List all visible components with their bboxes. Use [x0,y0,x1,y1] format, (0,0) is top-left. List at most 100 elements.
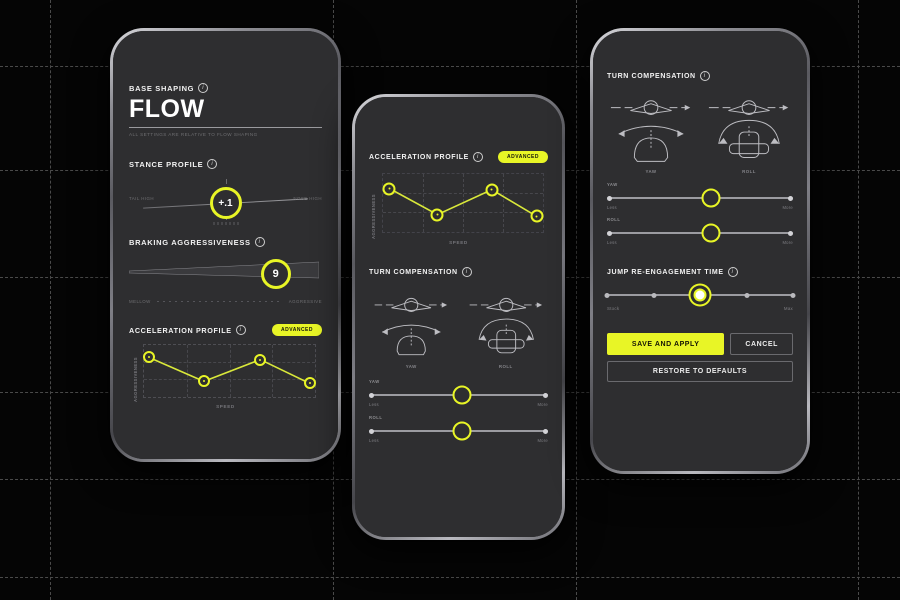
slider-start-cap [369,392,374,398]
save-and-apply-button[interactable]: SAVE AND APPLY [607,333,725,356]
slider-track [607,197,793,200]
acceleration-profile-chart[interactable]: AGGRESSIVENESS SPEED [129,344,322,416]
stance-tick-row [213,222,238,225]
stance-min-label: TAIL HIGH [129,196,154,201]
phone-3-screen: TURN COMPENSATION i YAW ROLL YAW Less Mo… [593,31,807,471]
roll-slider-group: ROLL Less More [607,217,793,245]
grid-line-vertical [576,0,577,600]
braking-aggressiveness-control[interactable]: 9 [129,251,322,297]
section-label: ACCELERATION PROFILE [369,153,469,161]
roll-slider-range: Less More [607,240,793,245]
phone-3-body: TURN COMPENSATION i YAW ROLL YAW Less Mo… [593,31,807,471]
section-label: STANCE PROFILE [129,159,204,169]
section-title-group: ACCELERATION PROFILE i [369,152,483,162]
roll-slider[interactable] [607,223,793,243]
jump-max-label: Max [783,306,793,312]
section-label: BASE SHAPING [129,83,195,93]
chart-y-axis-label: AGGRESSIVENESS [133,357,138,402]
slider-track [607,232,793,235]
roll-diagram-label: ROLL [498,364,513,370]
chart-x-axis-label: SPEED [449,240,468,245]
roll-diagram-graphic [469,297,542,354]
section-header-braking-aggressiveness: BRAKING AGGRESSIVENESS i [129,237,322,247]
slider-start-cap [607,230,612,236]
info-icon[interactable]: i [207,159,218,169]
section-label: JUMP RE-ENGAGEMENT TIME [607,268,724,276]
slider-knob[interactable] [701,188,721,208]
slider-notch[interactable] [790,292,796,298]
yaw-slider-label: YAW [369,379,380,385]
jump-min-label: Stock [607,306,620,312]
yaw-slider-label: YAW [607,182,618,188]
slider-knob[interactable] [452,421,472,441]
slider-max-label: More [537,438,548,444]
chart-point[interactable] [530,209,544,223]
chart-plot-area [143,344,316,398]
jump-reengagement-slider[interactable] [604,288,796,302]
stance-value-dial[interactable]: +.1 [209,187,242,219]
advanced-badge[interactable]: ADVANCED [272,324,322,336]
section-header-turn-compensation: TURN COMPENSATION i [369,267,548,277]
section-header-jump-reengagement-time: JUMP RE-ENGAGEMENT TIME i [607,267,793,278]
jump-slider-group: Stock Max [604,288,796,312]
slider-knob[interactable] [452,385,472,405]
slider-max-label: More [537,402,548,408]
yaw-diagram-label: YAW [405,364,417,370]
section-label: TURN COMPENSATION [607,72,696,80]
section-label: ACCELERATION PROFILE [129,325,232,335]
roll-slider-label: ROLL [369,415,383,421]
slider-min-label: Less [369,438,379,444]
chart-point[interactable] [485,183,499,197]
phone-mockup-3: TURN COMPENSATION i YAW ROLL YAW Less Mo… [590,28,810,474]
slider-knob[interactable] [693,288,707,302]
stance-profile-control[interactable]: +.1 TAIL HIGH NOSE HIGH [129,175,322,231]
slider-start-cap [369,428,374,434]
section-label: BRAKING AGGRESSIVENESS [129,237,251,247]
slider-end-cap [788,195,793,201]
section-header-acceleration-profile: ACCELERATION PROFILE i ADVANCED [129,324,322,336]
chart-x-axis-label: SPEED [216,404,235,409]
section-header-turn-compensation: TURN COMPENSATION i [607,71,793,81]
info-icon[interactable]: i [461,267,472,277]
yaw-slider-group: YAW Less More [607,182,793,210]
yaw-diagram-graphic [610,100,691,162]
yaw-slider[interactable] [607,188,793,208]
roll-diagram-label: ROLL [742,169,756,175]
restore-to-defaults-button[interactable]: RESTORE TO DEFAULTS [607,361,793,383]
chart-point[interactable] [197,375,210,388]
phone-mockup-1: BASE SHAPING i FLOW ALL SETTINGS ARE REL… [110,28,341,462]
chart-point[interactable] [143,351,156,364]
braking-scale-labels: MELLOW AGGRESSIVE [129,299,322,304]
advanced-badge[interactable]: ADVANCED [498,151,548,163]
turn-compensation-diagrams: YAW ROLL [607,91,793,174]
info-icon[interactable]: i [699,71,710,81]
chart-point[interactable] [382,182,396,195]
phone-mockup-2: ACCELERATION PROFILE i ADVANCED AGGRESSI… [352,94,565,540]
slider-knob[interactable] [701,223,721,243]
braking-min-label: MELLOW [129,299,151,304]
grid-line-horizontal [0,577,900,578]
info-icon[interactable]: i [254,237,265,247]
section-title-group: ACCELERATION PROFILE i [129,325,246,335]
info-icon[interactable]: i [727,267,738,278]
cancel-button[interactable]: CANCEL [730,333,793,356]
slider-min-label: Less [607,240,617,246]
braking-value-dial[interactable]: 9 [260,259,291,289]
chart-point[interactable] [303,377,316,390]
slider-end-cap [543,428,548,434]
slider-min-label: Less [607,205,617,211]
slider-notch[interactable] [744,292,749,298]
chart-line-series [144,345,315,397]
chart-point[interactable] [254,353,267,366]
slider-notch[interactable] [604,292,610,298]
acceleration-profile-chart[interactable]: AGGRESSIVENESS SPEED [369,173,548,253]
info-icon[interactable]: i [472,152,483,162]
chart-point[interactable] [430,208,444,222]
yaw-slider[interactable] [369,385,548,405]
info-icon[interactable]: i [198,83,209,93]
slider-notch[interactable] [651,292,656,298]
info-icon[interactable]: i [235,325,246,335]
action-button-row: SAVE AND APPLY CANCEL [607,333,793,356]
chart-line-series [383,174,543,232]
roll-slider[interactable] [369,421,548,441]
